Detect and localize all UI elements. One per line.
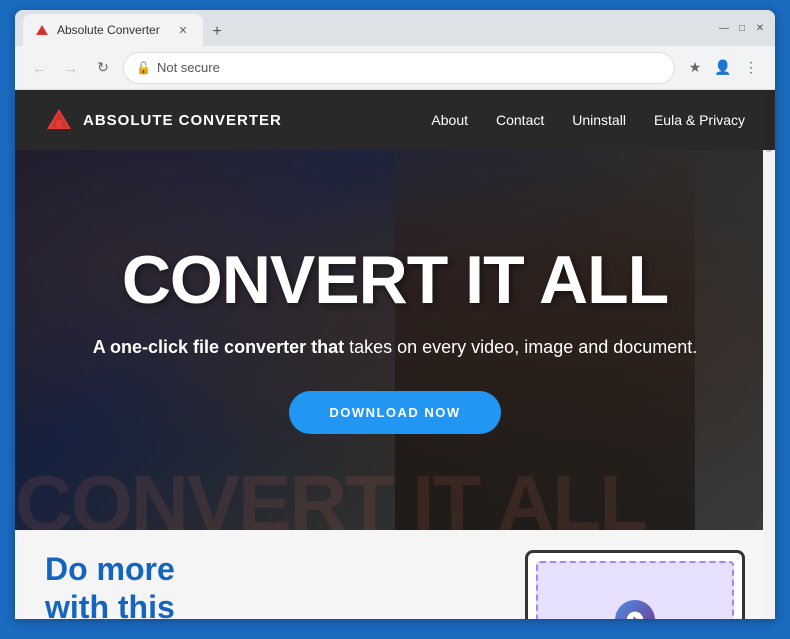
below-hero-section: Do more with this — [15, 530, 775, 619]
tab-area: Absolute Converter ✕ + — [23, 10, 713, 46]
do-more-line2: with this — [45, 589, 175, 619]
window-controls: — □ ✕ — [717, 21, 767, 35]
browser-window: Absolute Converter ✕ + — □ ✕ ← → ↻ 🔓 Not… — [15, 10, 775, 619]
tab-favicon-icon — [35, 23, 49, 37]
site-nav-links: About Contact Uninstall Eula & Privacy — [431, 112, 745, 128]
do-more-title: Do more with this — [45, 550, 495, 619]
laptop-screen-inner — [536, 561, 734, 619]
profile-icon[interactable]: 👤 — [711, 56, 735, 80]
tab-close-button[interactable]: ✕ — [175, 22, 191, 38]
active-tab[interactable]: Absolute Converter ✕ — [23, 14, 203, 46]
website-content: ABSOLUTE CONVERTER About Contact Uninsta… — [15, 90, 775, 619]
do-more-line1: Do more — [45, 551, 175, 587]
close-button[interactable]: ✕ — [753, 21, 767, 35]
minimize-button[interactable]: — — [717, 21, 731, 35]
bookmark-icon[interactable]: ★ — [683, 56, 707, 80]
nav-link-about[interactable]: About — [431, 112, 468, 128]
logo-text: ABSOLUTE CONVERTER — [83, 112, 282, 129]
hero-subtitle-rest: takes on every video, image and document… — [344, 337, 697, 357]
not-secure-label: Not secure — [157, 60, 220, 75]
reload-button[interactable]: ↻ — [91, 56, 115, 80]
nav-link-eula[interactable]: Eula & Privacy — [654, 112, 745, 128]
tab-title: Absolute Converter — [57, 23, 160, 37]
hero-title: CONVERT IT ALL — [93, 246, 698, 314]
do-more-section: Do more with this — [45, 550, 495, 619]
laptop-circle-icon — [615, 600, 655, 619]
back-button[interactable]: ← — [27, 56, 51, 80]
nav-link-contact[interactable]: Contact — [496, 112, 544, 128]
url-bar[interactable]: 🔓 Not secure — [123, 52, 675, 84]
hero-section: CONVERT IT ALL CONVERT IT ALL A one-clic… — [15, 150, 775, 530]
site-nav: ABSOLUTE CONVERTER About Contact Uninsta… — [15, 90, 775, 150]
menu-icon[interactable]: ⋮ — [739, 56, 763, 80]
nav-link-uninstall[interactable]: Uninstall — [572, 112, 626, 128]
hero-content: CONVERT IT ALL A one-click file converte… — [93, 246, 698, 434]
download-button[interactable]: DOWNLOAD NOW — [289, 391, 500, 434]
address-actions: ★ 👤 ⋮ — [683, 56, 763, 80]
hero-subtitle-bold: A one-click file converter that — [93, 337, 344, 357]
scrollbar[interactable] — [763, 90, 775, 619]
forward-button[interactable]: → — [59, 56, 83, 80]
logo-icon — [45, 106, 73, 134]
site-logo: ABSOLUTE CONVERTER — [45, 106, 282, 134]
watermark-text: CONVERT IT ALL — [15, 458, 775, 530]
hero-subtitle: A one-click file converter that takes on… — [93, 334, 698, 361]
address-bar: ← → ↻ 🔓 Not secure ★ 👤 ⋮ — [15, 46, 775, 90]
laptop-mockup — [525, 550, 745, 619]
title-bar: Absolute Converter ✕ + — □ ✕ — [15, 10, 775, 46]
lock-icon: 🔓 — [136, 61, 151, 75]
maximize-button[interactable]: □ — [735, 21, 749, 35]
new-tab-button[interactable]: + — [203, 18, 231, 46]
